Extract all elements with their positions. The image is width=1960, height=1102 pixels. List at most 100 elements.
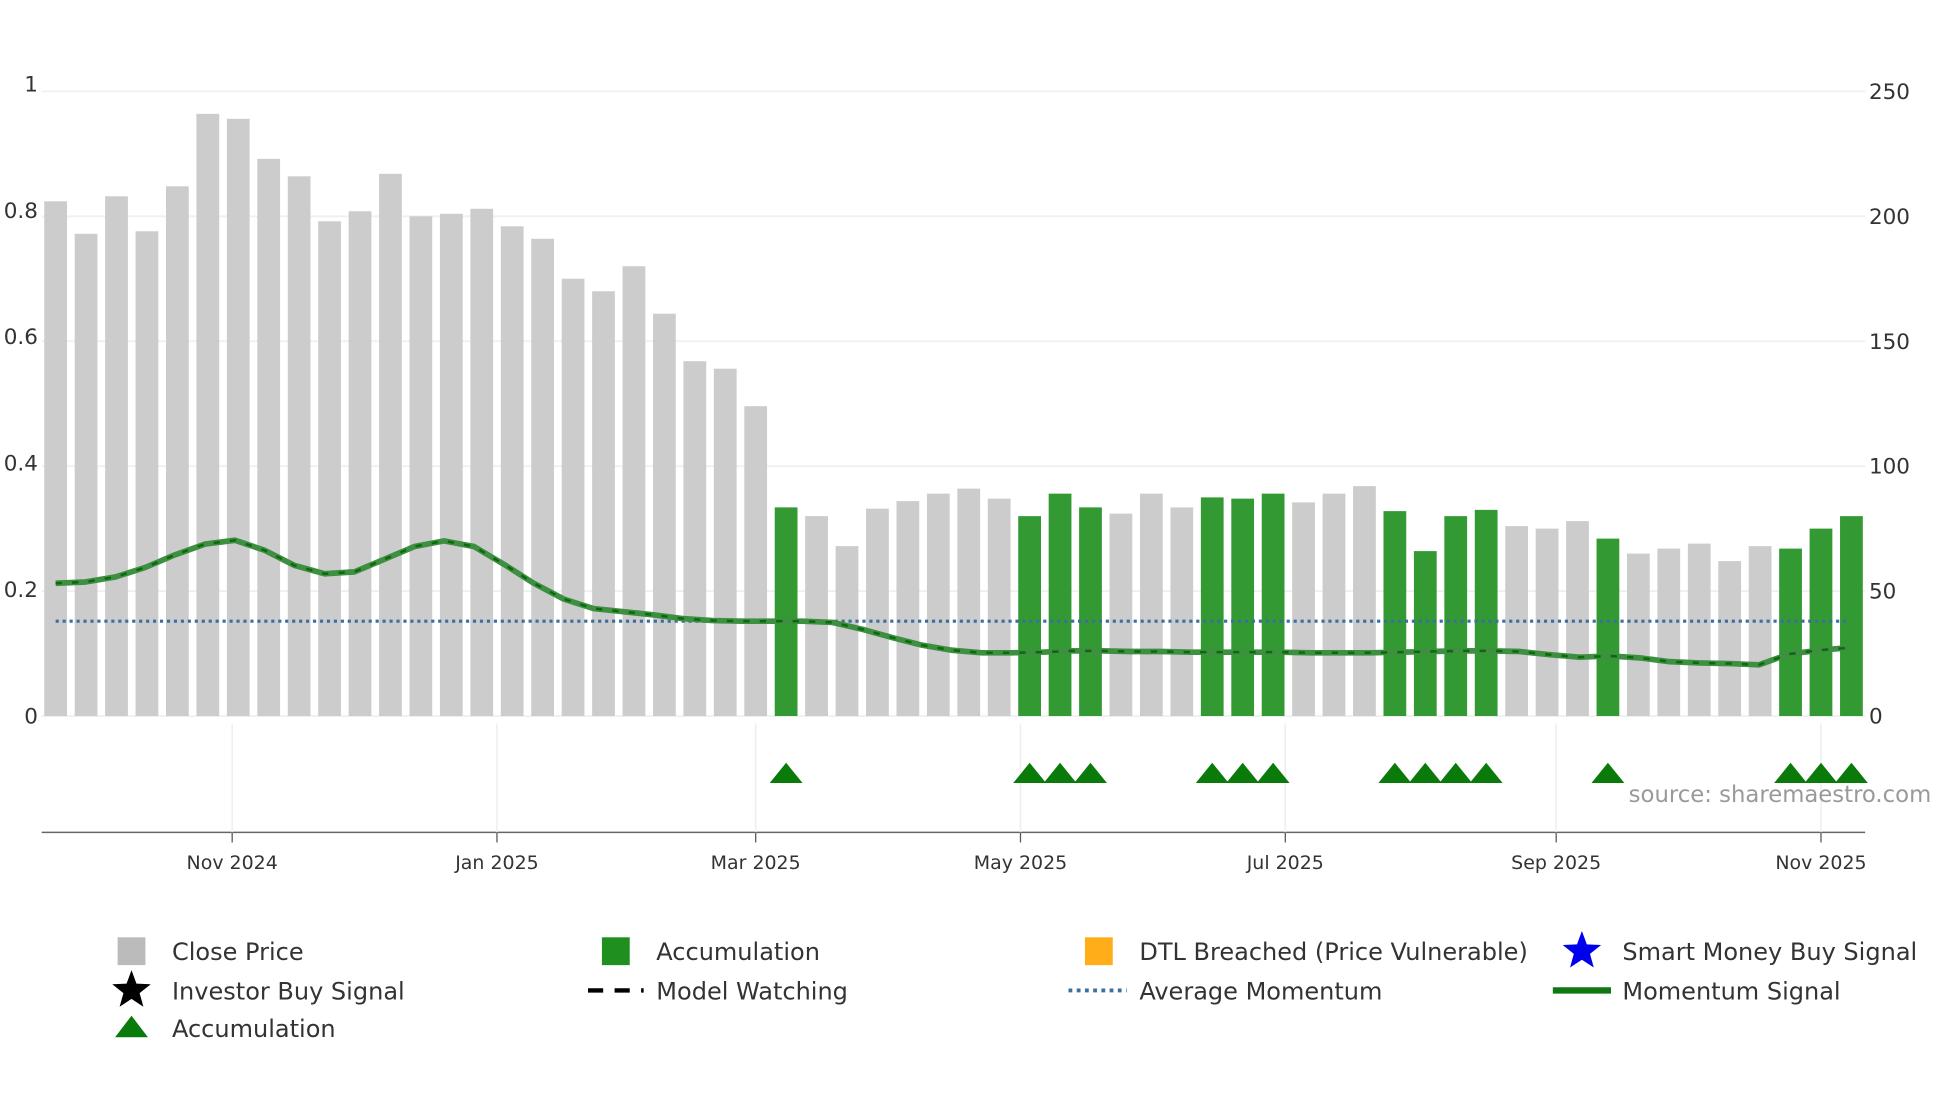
left-axis-tick: 0 — [24, 705, 38, 730]
x-tick-label: Jan 2025 — [454, 852, 538, 874]
legend-label: Accumulation — [656, 938, 820, 966]
star-icon — [112, 970, 151, 1007]
legend-label: Investor Buy Signal — [172, 977, 405, 1005]
legend-label: Momentum Signal — [1622, 977, 1840, 1005]
accumulation-bar — [1018, 516, 1042, 717]
legend-label: Accumulation — [172, 1015, 336, 1043]
close-price-bar — [135, 231, 159, 717]
close-price-bar — [1748, 546, 1772, 717]
close-price-bar — [318, 221, 341, 717]
accumulation-bar — [1474, 509, 1498, 717]
close-price-bar — [470, 208, 494, 717]
right-axis-tick: 100 — [1869, 455, 1910, 480]
legend-swatch-icon — [117, 937, 146, 966]
legend-label: Smart Money Buy Signal — [1622, 938, 1917, 966]
right-axis-tick: 0 — [1869, 705, 1883, 730]
left-axis: 0 0.2 0.4 0.6 0.8 1 — [4, 72, 38, 729]
triangle-icon — [115, 1015, 148, 1038]
accumulation-bar — [1413, 551, 1437, 717]
accumulation-triangle-icon — [1013, 762, 1047, 784]
close-price-bar — [531, 238, 555, 717]
close-price-bar — [226, 118, 250, 717]
x-tick-label: Jul 2025 — [1246, 852, 1324, 874]
close-price-bar — [1718, 561, 1742, 717]
x-tick-label: May 2025 — [974, 852, 1067, 874]
close-price-bar — [439, 213, 463, 717]
star-icon — [1562, 930, 1602, 968]
close-price-bar — [926, 493, 950, 717]
close-price-bar — [957, 488, 981, 717]
legend-swatch-icon — [601, 937, 630, 966]
close-price-bar — [1322, 493, 1346, 717]
right-axis-tick: 50 — [1869, 580, 1896, 605]
close-price-bar — [348, 211, 372, 717]
accumulation-bar — [774, 507, 798, 717]
legend-label: Close Price — [172, 938, 304, 966]
left-axis-tick: 1 — [24, 72, 38, 97]
bars — [44, 113, 1863, 717]
x-tick-label: Mar 2025 — [711, 852, 801, 874]
accumulation-triangle-icon — [1774, 762, 1807, 784]
close-price-bar — [592, 291, 615, 717]
close-price-bar — [105, 196, 128, 717]
close-price-bar — [1566, 521, 1589, 717]
close-price-bar — [74, 233, 98, 717]
accumulation-bar — [1079, 507, 1102, 717]
legend-label: DTL Breached (Price Vulnerable) — [1139, 938, 1528, 966]
accumulation-bar — [1383, 511, 1407, 717]
close-price-bar — [835, 546, 859, 717]
close-price-bar — [1353, 486, 1376, 717]
legend-label: Average Momentum — [1139, 977, 1382, 1005]
x-tick-label: Sep 2025 — [1511, 852, 1601, 874]
legend-swatch-icon — [1084, 937, 1113, 966]
accumulation-bar — [1200, 497, 1224, 717]
accumulation-triangle-icon — [769, 762, 803, 784]
accumulation-triangle-icon — [1834, 762, 1868, 784]
legend-label: Model Watching — [656, 977, 848, 1005]
right-axis-tick: 200 — [1869, 205, 1910, 230]
right-axis-tick: 150 — [1869, 330, 1910, 355]
close-price-bar — [1292, 502, 1315, 717]
accumulation-bar — [1779, 548, 1802, 717]
close-price-bar — [561, 278, 585, 717]
accumulation-bar — [1048, 493, 1072, 717]
accumulation-triangle-icon — [1195, 762, 1229, 784]
close-price-bar — [866, 508, 889, 717]
close-price-bar — [287, 176, 311, 717]
x-tick-label: Nov 2025 — [1775, 852, 1866, 874]
close-price-bar — [1170, 507, 1194, 717]
accumulation-triangle-icon — [1439, 762, 1473, 784]
close-price-bar — [500, 226, 524, 717]
close-price-bar — [1687, 543, 1711, 717]
left-axis-tick: 0.2 — [4, 578, 38, 603]
accumulation-triangle-icon — [1074, 762, 1107, 784]
accumulation-bar — [1261, 493, 1285, 717]
close-price-bar — [196, 113, 220, 717]
close-price-bar — [652, 313, 676, 717]
close-price-bar — [1626, 553, 1650, 717]
x-tick-label: Nov 2024 — [187, 852, 278, 874]
left-axis-tick: 0.6 — [4, 325, 38, 350]
signal-panel: Nov 2024 Jan 2025 Mar 2025 May 2025 Jul 2025… — [41, 723, 1868, 874]
close-price-bar — [713, 368, 737, 717]
close-price-bar — [622, 266, 646, 717]
left-axis-tick: 0.8 — [4, 199, 38, 224]
close-price-bar — [1139, 493, 1163, 717]
accumulation-triangle-icon — [1226, 762, 1260, 784]
close-price-bar — [896, 501, 920, 717]
accumulation-triangle-icon — [1469, 762, 1503, 784]
accumulation-triangle-icon — [1408, 762, 1442, 784]
close-price-bar — [683, 361, 707, 717]
accumulation-triangle-icon — [1591, 762, 1625, 784]
right-axis-tick: 250 — [1869, 80, 1910, 105]
close-price-bar — [257, 158, 281, 717]
accumulation-bar — [1596, 538, 1620, 717]
close-price-bar — [166, 186, 189, 717]
accumulation-triangle-icon — [1043, 762, 1077, 784]
accumulation-triangle-icon — [1378, 762, 1412, 784]
close-price-bar — [379, 173, 402, 717]
close-price-bar — [409, 216, 433, 717]
chart: 0 0.2 0.4 0.6 0.8 1 0 50 100 150 200 250 Nov 2024 J… — [4, 72, 1932, 1043]
close-price-bar — [744, 406, 768, 717]
accumulation-triangle-icon — [1804, 762, 1838, 784]
